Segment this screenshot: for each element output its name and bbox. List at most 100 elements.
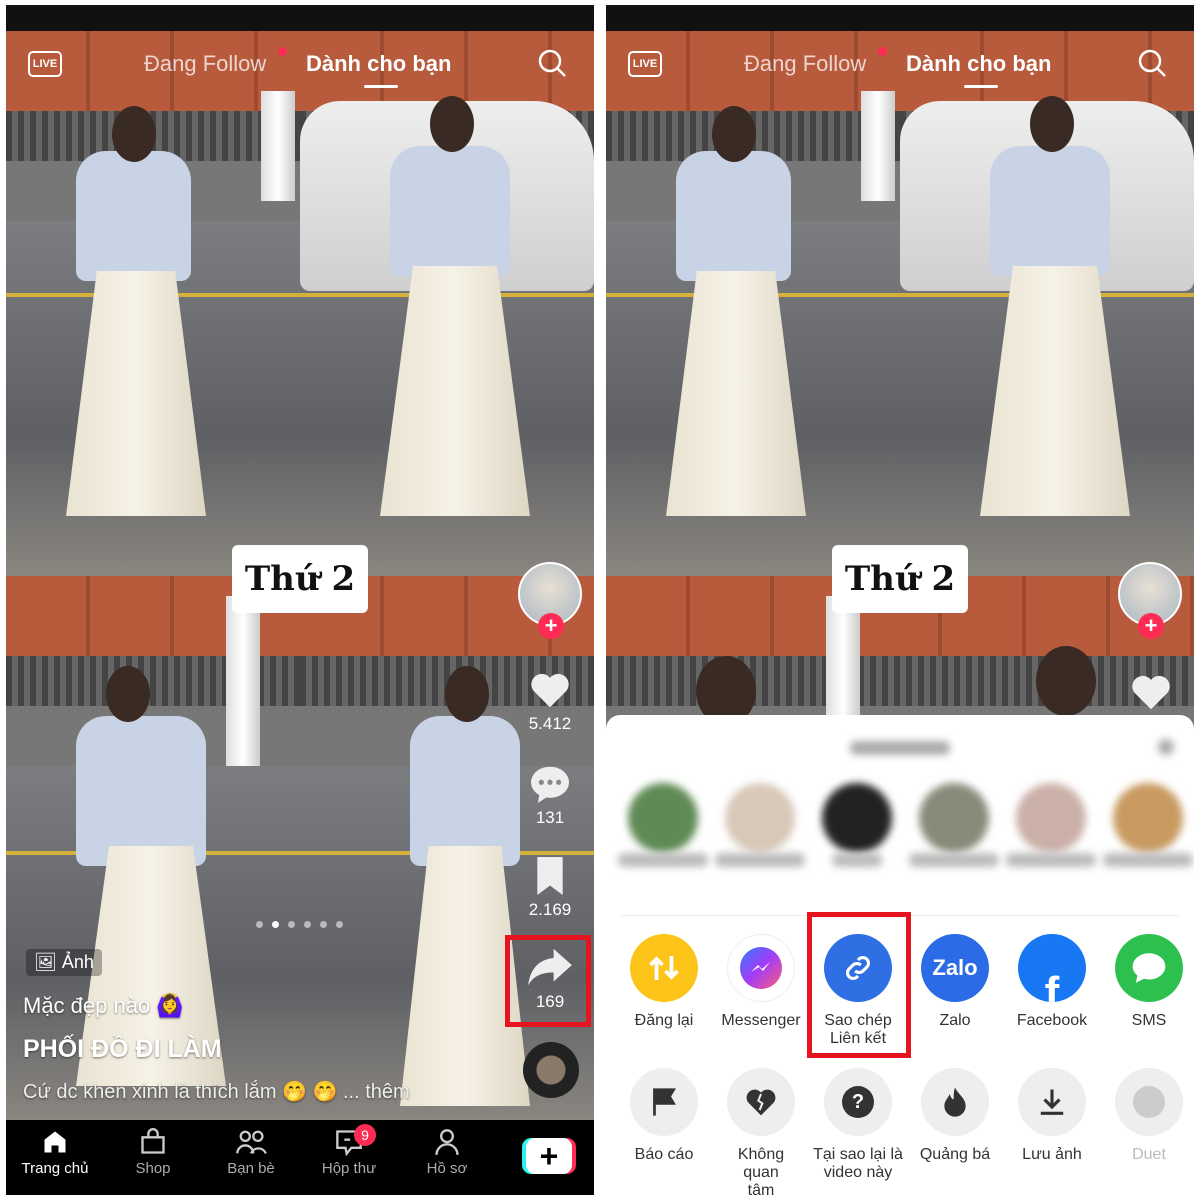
report-label: Báo cáo bbox=[634, 1146, 694, 1163]
why-this-video-label: Tại sao lại là video này bbox=[813, 1146, 903, 1181]
action-not-interested[interactable]: Không quan tâm bbox=[713, 1068, 809, 1195]
nav-friends-label: Bạn bè bbox=[227, 1160, 275, 1177]
see-more-link[interactable]: ... thêm bbox=[343, 1081, 410, 1103]
comment-icon bbox=[531, 766, 569, 803]
contact-avatar[interactable] bbox=[1016, 783, 1086, 853]
photo-top-right bbox=[300, 31, 594, 576]
share-facebook[interactable]: f Facebook bbox=[1004, 934, 1100, 1030]
download-icon bbox=[1018, 1068, 1086, 1136]
broken-heart-icon bbox=[727, 1068, 795, 1136]
media-type-label: Ảnh bbox=[61, 952, 94, 972]
sms-label: SMS bbox=[1131, 1012, 1167, 1029]
status-bar bbox=[606, 5, 1194, 31]
feed-screen: LIVE Đang Follow Dành cho bạn Thứ 2 + 5.… bbox=[6, 5, 594, 1195]
promote-label: Quảng bá bbox=[919, 1146, 991, 1163]
music-disc-icon[interactable] bbox=[523, 1042, 579, 1098]
tab-following[interactable]: Đang Follow bbox=[144, 51, 266, 77]
action-duet: Duet bbox=[1101, 1068, 1194, 1164]
search-icon[interactable] bbox=[1138, 49, 1166, 77]
slide-indicator bbox=[256, 921, 343, 928]
close-icon[interactable] bbox=[1158, 739, 1174, 755]
live-icon[interactable]: LIVE bbox=[28, 51, 62, 77]
comment-button[interactable]: 131 bbox=[515, 765, 585, 828]
tab-for-you[interactable]: Dành cho bạn bbox=[306, 51, 451, 77]
action-why-this-video[interactable]: ? Tại sao lại là video này bbox=[810, 1068, 906, 1182]
nav-friends[interactable]: Bạn bè bbox=[206, 1128, 296, 1177]
zalo-icon: Zalo bbox=[921, 934, 989, 1002]
follow-plus-icon[interactable]: + bbox=[538, 613, 564, 639]
flag-icon bbox=[630, 1068, 698, 1136]
duet-icon bbox=[1115, 1068, 1183, 1136]
heart-icon[interactable] bbox=[1130, 673, 1172, 711]
follow-plus-icon[interactable]: + bbox=[1138, 613, 1164, 639]
tab-following[interactable]: Đang Follow bbox=[744, 51, 866, 77]
copy-link-highlight-box bbox=[807, 912, 911, 1058]
photo-bottom-right bbox=[300, 576, 594, 1121]
home-icon bbox=[44, 1131, 66, 1153]
comment-count: 131 bbox=[535, 808, 565, 827]
like-count: 5.412 bbox=[528, 714, 572, 733]
caption-title: Mặc đẹp nào 🙆‍♀️ bbox=[23, 993, 184, 1018]
bookmark-icon bbox=[537, 857, 563, 895]
bookmark-button[interactable]: 2.169 bbox=[515, 857, 585, 920]
like-button[interactable]: 5.412 bbox=[515, 671, 585, 734]
top-header: LIVE Đang Follow Dành cho bạn bbox=[606, 45, 1194, 88]
bookmark-count: 2.169 bbox=[528, 900, 572, 919]
contact-avatar[interactable] bbox=[1113, 783, 1183, 853]
active-tab-indicator bbox=[964, 85, 998, 88]
share-highlight-box bbox=[505, 935, 591, 1027]
contact-avatar[interactable] bbox=[919, 783, 989, 853]
sms-icon bbox=[1115, 934, 1183, 1002]
action-promote[interactable]: Quảng bá bbox=[907, 1068, 1003, 1164]
share-sms[interactable]: SMS bbox=[1101, 934, 1194, 1030]
contact-name-blurred bbox=[909, 853, 999, 867]
friends-icon bbox=[236, 1130, 267, 1154]
duet-label: Duet bbox=[1132, 1146, 1166, 1163]
share-screen: LIVE Đang Follow Dành cho bạn Thứ 2 + Đă… bbox=[606, 5, 1194, 1195]
contact-name-blurred bbox=[832, 853, 882, 867]
question-icon: ? bbox=[824, 1068, 892, 1136]
share-zalo[interactable]: Zalo Zalo bbox=[907, 934, 1003, 1030]
description-text: Cứ dc khen xinh là thích lắm 🤭 🤭 bbox=[23, 1081, 338, 1103]
action-report[interactable]: Báo cáo bbox=[616, 1068, 712, 1164]
flame-icon bbox=[921, 1068, 989, 1136]
nav-inbox[interactable]: 9 Hộp thư bbox=[304, 1124, 394, 1177]
action-save-image[interactable]: Lưu ảnh bbox=[1004, 1068, 1100, 1164]
notification-dot bbox=[878, 47, 887, 56]
contact-avatar[interactable] bbox=[725, 783, 795, 853]
image-icon: 🖼 bbox=[34, 952, 57, 972]
share-sheet: Đăng lại Messenger Sao chép Liên kết Zal… bbox=[606, 715, 1194, 1195]
caption-headline: PHỐI ĐỒ ĐI LÀM bbox=[23, 1035, 222, 1063]
nav-inbox-label: Hộp thư bbox=[321, 1160, 377, 1177]
nav-profile[interactable]: Hồ sơ bbox=[402, 1128, 492, 1177]
contact-name-blurred bbox=[618, 853, 708, 867]
inbox-badge: 9 bbox=[354, 1124, 376, 1146]
messenger-label: Messenger bbox=[721, 1012, 801, 1029]
sheet-title-blurred bbox=[850, 741, 950, 755]
tab-for-you[interactable]: Dành cho bạn bbox=[906, 51, 1051, 77]
active-tab-indicator bbox=[364, 85, 398, 88]
caption-description: Cứ dc khen xinh là thích lắm 🤭 🤭 ... thê… bbox=[23, 1079, 410, 1104]
nav-profile-label: Hồ sơ bbox=[426, 1160, 468, 1177]
facebook-label: Facebook bbox=[1016, 1012, 1088, 1029]
search-icon[interactable] bbox=[538, 49, 566, 77]
bottom-nav: Trang chủ Shop Bạn bè 9 Hộp thư Hồ sơ + bbox=[6, 1120, 594, 1195]
share-messenger[interactable]: Messenger bbox=[713, 934, 809, 1030]
heart-icon bbox=[531, 673, 569, 708]
nav-home[interactable]: Trang chủ bbox=[10, 1128, 100, 1177]
contact-avatar[interactable] bbox=[628, 783, 698, 853]
notification-dot bbox=[278, 47, 287, 56]
share-repost[interactable]: Đăng lại bbox=[616, 934, 712, 1030]
create-button[interactable]: + bbox=[526, 1138, 572, 1174]
save-image-label: Lưu ảnh bbox=[1022, 1146, 1082, 1163]
photo-top-left bbox=[606, 31, 900, 576]
contact-avatar[interactable] bbox=[822, 783, 892, 853]
repost-icon bbox=[630, 934, 698, 1002]
live-icon[interactable]: LIVE bbox=[628, 51, 662, 77]
top-header: LIVE Đang Follow Dành cho bạn bbox=[6, 45, 594, 88]
not-interested-label: Không quan tâm bbox=[737, 1146, 785, 1195]
shopping-bag-icon bbox=[141, 1128, 165, 1154]
nav-shop[interactable]: Shop bbox=[108, 1128, 198, 1177]
profile-icon bbox=[435, 1129, 459, 1155]
contact-name-blurred bbox=[1103, 853, 1193, 867]
